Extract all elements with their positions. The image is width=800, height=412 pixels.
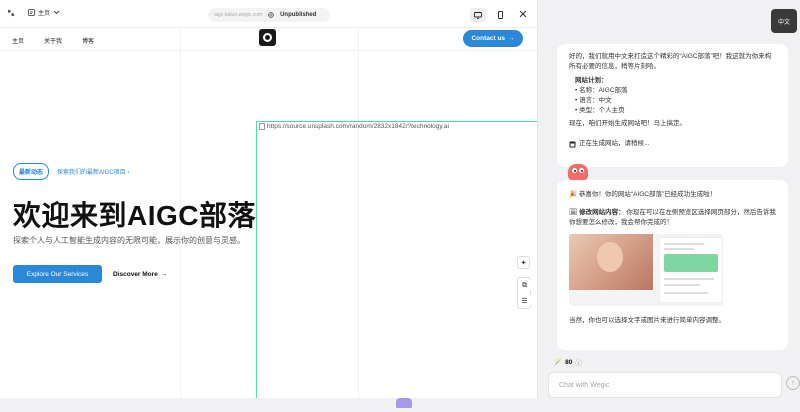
broken-image-icon <box>259 123 265 130</box>
panel-line <box>664 284 700 286</box>
layers-icon[interactable]: ☰ <box>518 294 531 307</box>
nav-item-about[interactable]: 关于我 <box>44 36 62 45</box>
editor-toolbar: 主页 aigc-buluo.wegic.com Unpublished <box>0 0 537 28</box>
plan-item: 语言：中文 <box>575 96 776 106</box>
tool-group: ⧉ ☰ <box>517 277 531 309</box>
arrow-right-icon: → <box>160 270 168 278</box>
chevron-down-icon <box>53 10 60 15</box>
image-alt-text: https://source.unsplash.com/random/2832x… <box>267 123 449 130</box>
tag-pill[interactable]: 最新动态 <box>13 163 50 180</box>
chat-input[interactable]: Chat with Wegic <box>548 372 782 398</box>
congrats-text: 恭喜你！你的网站“AIGC部落”已经成功生成啦！ <box>578 191 717 198</box>
credits-icon: 🪄 <box>554 359 563 366</box>
plan-item: 名称：AIGC部落 <box>575 86 776 96</box>
hero-image-selected[interactable]: https://source.unsplash.com/random/2832x… <box>256 121 537 398</box>
tutorial-photo-face <box>597 242 623 272</box>
generation-status: 正在生成网站，请稍候... <box>569 139 776 149</box>
congrats-line: 🎉 恭喜你！你的网站“AIGC部落”已经成功生成啦！ <box>569 190 776 200</box>
hero-title[interactable]: 欢迎来到AIGC部落 <box>13 194 256 234</box>
info-icon[interactable]: ⓘ <box>575 357 582 367</box>
mascot-eye <box>572 168 577 173</box>
wegic-mascot-icon <box>566 162 590 182</box>
send-button[interactable]: ↑ <box>786 376 800 390</box>
floating-toolbar: ✦ ⧉ ☰ <box>517 256 531 309</box>
browser-icon <box>569 141 576 147</box>
language-toggle-button[interactable]: 中文 <box>771 9 797 33</box>
page-selector[interactable]: 主页 <box>28 8 60 17</box>
tutorial-screenshot <box>569 234 723 306</box>
hero-subtitle[interactable]: 探索个人与人工智能生成内容的无限可能，展示你的创意与灵感。 <box>13 235 245 246</box>
panel-line <box>664 278 714 280</box>
mobile-view-button[interactable] <box>492 8 508 22</box>
plan-item: 类型：个人主页 <box>575 106 776 116</box>
page-icon <box>28 9 35 16</box>
tutorial-edit-panel <box>659 237 723 303</box>
tag-link[interactable]: 探索我们的最新AIGC项目 › <box>57 167 129 176</box>
credits-indicator[interactable]: 🪄 80 ⓘ <box>554 357 582 368</box>
status-text: 正在生成网站，请稍候... <box>579 140 650 147</box>
chevron-right-icon: › <box>127 170 130 176</box>
close-icon[interactable] <box>518 9 528 19</box>
page-selector-label: 主页 <box>38 11 51 17</box>
copy-icon[interactable]: ⧉ <box>518 279 531 292</box>
panel-line <box>664 248 694 250</box>
tag-link-label: 探索我们的最新AIGC项目 <box>57 170 126 176</box>
tip-line: 🖼 修改网站内容： 你现在可以在左侧预览区选择网页部分，然后告诉我你想要怎么修改… <box>569 208 776 228</box>
message-intro: 好的，我们就用中文来打造这个精彩的“AIGC部落”吧！我这就为你来构所有必要的信… <box>569 53 772 70</box>
desktop-view-button[interactable] <box>470 8 486 22</box>
contact-button[interactable]: Contact us → <box>463 30 523 47</box>
nav-item-home[interactable]: 主页 <box>12 36 24 45</box>
site-preview[interactable]: 主页 关于我 博客 Contact us → 最新动态 探索我们的最新AIGC项… <box>0 28 537 398</box>
message-final: 当然，你也可以选择文字或图片来进行简单内容调整。 <box>569 317 725 324</box>
monitor-icon <box>474 11 482 19</box>
mascot-body <box>568 164 588 180</box>
sparkle-icon[interactable]: ✦ <box>517 256 530 269</box>
arrow-right-icon: → <box>508 35 515 42</box>
contact-button-label: Contact us <box>471 35 506 42</box>
url-bar[interactable]: aigc-buluo.wegic.com Unpublished <box>208 8 330 22</box>
message-start: 现在，咱们开始生成网站吧！马上搞定。 <box>569 120 686 127</box>
broken-image: https://source.unsplash.com/random/2832x… <box>259 123 449 130</box>
mascot-peek-icon <box>396 398 412 408</box>
collapse-icon[interactable] <box>7 9 15 17</box>
edit-icon: 🖼 <box>569 209 578 216</box>
site-nav: 主页 关于我 博客 <box>12 36 94 45</box>
publish-status: Unpublished <box>280 12 317 18</box>
discover-more-label: Discover More <box>113 270 158 278</box>
discover-more-button[interactable]: Discover More → <box>113 265 167 283</box>
editor-window: 主页 aigc-buluo.wegic.com Unpublished 主页 关… <box>0 0 538 398</box>
globe-icon <box>268 12 274 18</box>
panel-line <box>664 292 708 294</box>
chat-input-placeholder: Chat with Wegic <box>559 381 610 389</box>
tip-title: 修改网站内容： <box>579 209 625 216</box>
hero-tag-row: 最新动态 探索我们的最新AIGC项目 › <box>13 163 129 180</box>
nav-item-blog[interactable]: 博客 <box>82 36 94 45</box>
plan-list: 名称：AIGC部落 语言：中文 类型：个人主页 <box>575 86 776 116</box>
chat-message-success: 🎉 恭喜你！你的网站“AIGC部落”已经成功生成啦！ 🖼 修改网站内容： 你现在… <box>557 180 788 350</box>
panel-line <box>664 243 704 245</box>
chat-message-plan: 好的，我们就用中文来打造这个精彩的“AIGC部落”吧！我这就为你来构所有必要的信… <box>557 44 788 167</box>
grid-line <box>0 50 537 51</box>
phone-icon <box>497 11 503 19</box>
credits-count: 80 <box>565 358 573 366</box>
panel-highlight <box>664 254 718 272</box>
explore-services-button[interactable]: Explore Our Services <box>13 265 102 283</box>
plan-title: 网站计划： <box>575 77 608 84</box>
mascot-eye <box>579 168 584 173</box>
site-logo[interactable] <box>259 29 276 46</box>
party-icon: 🎉 <box>569 191 578 198</box>
site-url: aigc-buluo.wegic.com <box>214 12 263 18</box>
